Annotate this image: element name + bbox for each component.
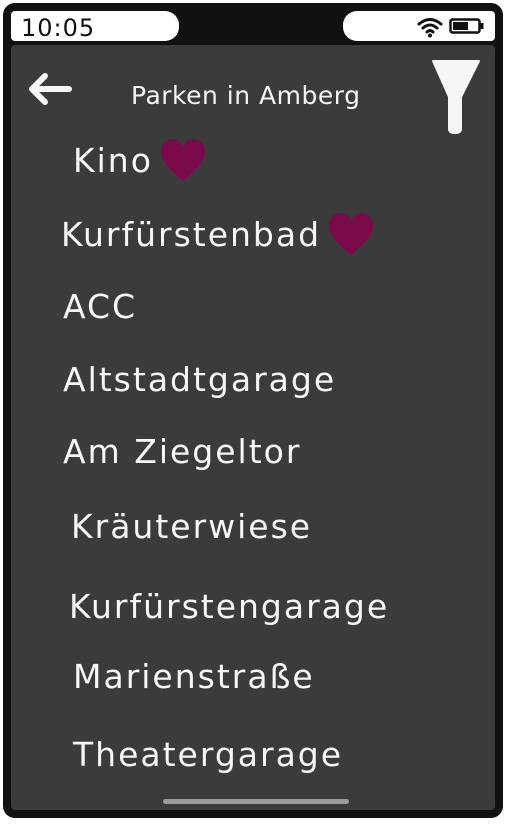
- parking-name: Kurfürstengarage: [69, 587, 390, 626]
- parking-name: Theatergarage: [73, 735, 344, 774]
- parking-name: Kino: [73, 140, 153, 180]
- app-screen: Parken in Amberg Kino Kurfürstenbad ACC Alt…: [11, 45, 495, 810]
- phone-frame: 10:05 Parken in Amberg Kino Kurfürstenba…: [3, 3, 503, 818]
- parking-list-item[interactable]: Altstadtgarage: [63, 360, 336, 399]
- status-indicators: [343, 11, 495, 41]
- parking-list-item[interactable]: Kino: [73, 137, 207, 183]
- home-indicator[interactable]: [163, 799, 349, 804]
- heart-icon[interactable]: [159, 137, 207, 183]
- parking-list: Kino Kurfürstenbad ACC Altstadtgarage Am Zie…: [11, 45, 495, 810]
- parking-list-item[interactable]: Marienstraße: [73, 657, 315, 696]
- parking-name: Altstadtgarage: [63, 360, 337, 399]
- parking-list-item[interactable]: Kurfürstengarage: [69, 587, 389, 626]
- parking-name: ACC: [63, 287, 138, 326]
- parking-list-item[interactable]: Kurfürstenbad: [61, 211, 375, 257]
- parking-list-item[interactable]: ACC: [63, 287, 137, 326]
- battery-icon: [449, 18, 484, 34]
- parking-name: Kurfürstenbad: [61, 214, 322, 254]
- parking-name: Am Ziegeltor: [63, 432, 302, 471]
- heart-icon[interactable]: [327, 211, 375, 257]
- parking-list-item[interactable]: Theatergarage: [73, 735, 343, 774]
- parking-list-item[interactable]: Kräuterwiese: [71, 507, 312, 546]
- status-time: 10:05: [21, 14, 96, 42]
- parking-name: Kräuterwiese: [71, 507, 313, 546]
- status-time-pill: 10:05: [11, 11, 179, 42]
- status-bar: 10:05: [7, 7, 499, 45]
- parking-name: Marienstraße: [73, 657, 315, 696]
- parking-list-item[interactable]: Am Ziegeltor: [63, 432, 301, 471]
- wifi-icon: [417, 18, 443, 38]
